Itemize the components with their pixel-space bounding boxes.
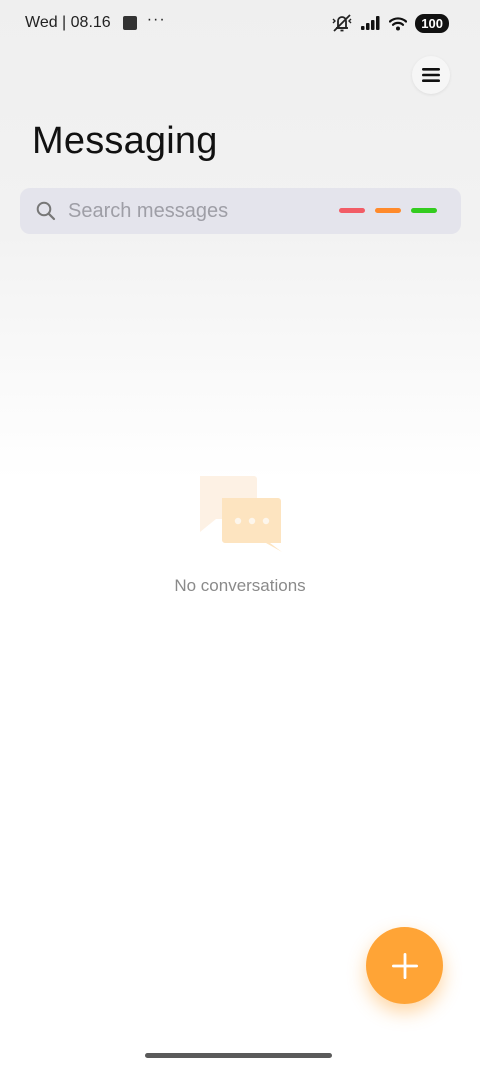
chat-bubbles-icon xyxy=(200,476,282,552)
search-icon xyxy=(36,201,56,221)
empty-state-text: No conversations xyxy=(174,576,306,595)
status-left: Wed | 08.16 ··· xyxy=(25,11,166,32)
home-indicator[interactable] xyxy=(145,1053,332,1058)
menu-button[interactable] xyxy=(412,56,450,94)
status-time: Wed | 08.16 xyxy=(25,14,111,31)
wifi-icon xyxy=(389,16,408,30)
page-title: Messaging xyxy=(32,120,218,162)
search-input[interactable] xyxy=(68,197,328,225)
signal-icon xyxy=(361,16,380,30)
plus-icon xyxy=(391,952,418,979)
status-bar: Wed | 08.16 ··· 100 xyxy=(0,0,480,48)
more-notifications-icon: ··· xyxy=(146,11,166,28)
notification-square-icon xyxy=(122,16,137,30)
color-filter-bars[interactable] xyxy=(339,208,437,213)
filter-orange[interactable] xyxy=(375,208,401,213)
filter-red[interactable] xyxy=(339,208,365,213)
filter-green[interactable] xyxy=(411,208,437,213)
new-message-button[interactable] xyxy=(366,927,443,1004)
search-bar[interactable] xyxy=(20,188,461,234)
hamburger-menu-icon xyxy=(422,68,440,82)
mute-vibrate-icon xyxy=(332,14,352,32)
status-right: 100 xyxy=(331,13,449,33)
battery-icon: 100 xyxy=(415,13,449,33)
